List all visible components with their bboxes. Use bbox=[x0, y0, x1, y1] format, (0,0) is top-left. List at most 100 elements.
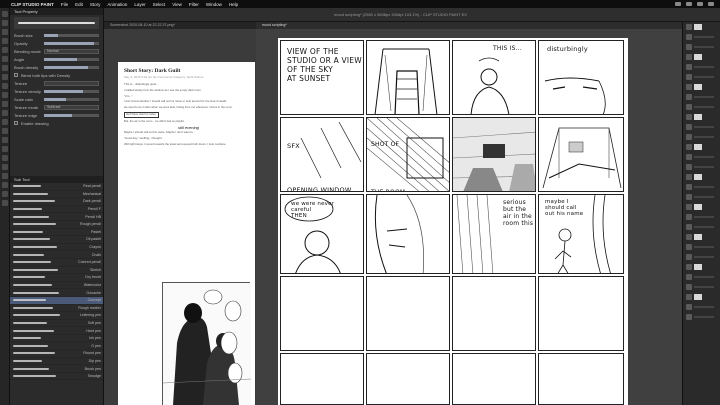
storyboard-panel-16[interactable] bbox=[538, 276, 624, 351]
subtool-item[interactable]: Colored pencil bbox=[10, 259, 103, 267]
subtool-item[interactable]: Dry brush bbox=[10, 274, 103, 282]
layer-row[interactable] bbox=[683, 232, 720, 242]
airbrush-tool-icon[interactable] bbox=[1, 101, 8, 107]
layer-row[interactable] bbox=[683, 72, 720, 82]
ruler-tool-icon[interactable] bbox=[1, 173, 8, 179]
enable-drawing-check[interactable]: Enable drawing bbox=[10, 119, 103, 127]
visibility-icon[interactable] bbox=[686, 254, 692, 260]
fill-tool-icon[interactable] bbox=[1, 137, 8, 143]
wifi-icon[interactable] bbox=[675, 2, 681, 6]
visibility-icon[interactable] bbox=[686, 44, 692, 50]
layer-row[interactable] bbox=[683, 22, 720, 32]
menu-help[interactable]: Help bbox=[229, 2, 238, 7]
layer-row[interactable] bbox=[683, 292, 720, 302]
storyboard-panel-10[interactable] bbox=[366, 194, 450, 274]
visibility-icon[interactable] bbox=[686, 34, 692, 40]
visibility-icon[interactable] bbox=[686, 144, 692, 150]
layer-row[interactable] bbox=[683, 192, 720, 202]
scale-ratio-row[interactable]: Scale ratio bbox=[10, 95, 103, 103]
layer-row[interactable] bbox=[683, 282, 720, 292]
blend-tool-icon[interactable] bbox=[1, 128, 8, 134]
opacity-slider[interactable] bbox=[44, 41, 99, 45]
layer-row[interactable] bbox=[683, 112, 720, 122]
brush-tool-icon[interactable] bbox=[1, 92, 8, 98]
storyboard-panel-2[interactable] bbox=[366, 40, 450, 115]
storyboard-panel-15[interactable] bbox=[452, 276, 536, 351]
search-icon[interactable] bbox=[697, 2, 703, 6]
menu-view[interactable]: View bbox=[172, 2, 182, 7]
battery-icon[interactable] bbox=[686, 2, 692, 6]
menu-edit[interactable]: Edit bbox=[75, 2, 83, 7]
correct-line-tool-icon[interactable] bbox=[1, 200, 8, 206]
blending-dropdown[interactable]: Normal bbox=[44, 48, 99, 54]
visibility-icon[interactable] bbox=[686, 24, 692, 30]
decoration-tool-icon[interactable] bbox=[1, 110, 8, 116]
texture-density-slider[interactable] bbox=[44, 89, 99, 93]
subtool-item[interactable]: Oil pastel bbox=[10, 236, 103, 244]
text-tool-icon[interactable] bbox=[1, 182, 8, 188]
layer-row[interactable] bbox=[683, 212, 720, 222]
subtool-item[interactable]: Crayon bbox=[10, 244, 103, 252]
texture-mode-dropdown[interactable]: Subtract bbox=[44, 104, 99, 110]
blend-tips-checkbox[interactable] bbox=[14, 73, 18, 77]
subtool-item[interactable]: Rough marker bbox=[10, 305, 103, 313]
layer-row[interactable] bbox=[683, 222, 720, 232]
subtool-item[interactable]: Round pen bbox=[10, 350, 103, 358]
brush-density-row[interactable]: Brush density bbox=[10, 63, 103, 71]
layer-row[interactable] bbox=[683, 162, 720, 172]
visibility-icon[interactable] bbox=[686, 314, 692, 320]
subtool-item[interactable]: Real pencil bbox=[10, 183, 103, 191]
layer-row[interactable] bbox=[683, 252, 720, 262]
subtool-item[interactable]: Sketch bbox=[10, 267, 103, 275]
visibility-icon[interactable] bbox=[686, 224, 692, 230]
subtool-item[interactable]: Dark pencil bbox=[10, 198, 103, 206]
visibility-icon[interactable] bbox=[686, 134, 692, 140]
auto-select-tool-icon[interactable] bbox=[1, 56, 8, 62]
subtool-item[interactable]: Chalk bbox=[10, 251, 103, 259]
storyboard-panel-4[interactable]: disturbingly bbox=[538, 40, 624, 115]
subtool-item[interactable]: Watercolor bbox=[10, 282, 103, 290]
visibility-icon[interactable] bbox=[686, 124, 692, 130]
subtool-item[interactable]: Rough pencil bbox=[10, 221, 103, 229]
scale-ratio-slider[interactable] bbox=[44, 97, 99, 101]
control-center-icon[interactable] bbox=[708, 2, 714, 6]
subtool-item[interactable]: Pencil F bbox=[10, 206, 103, 214]
storyboard-panel-9[interactable]: we were never careful THEN bbox=[280, 194, 364, 274]
move-layer-tool-icon[interactable] bbox=[1, 38, 8, 44]
angle-slider[interactable] bbox=[44, 57, 99, 61]
visibility-icon[interactable] bbox=[686, 154, 692, 160]
layer-row[interactable] bbox=[683, 182, 720, 192]
storyboard-panel-17[interactable] bbox=[280, 353, 364, 405]
visibility-icon[interactable] bbox=[686, 234, 692, 240]
brush-density-slider[interactable] bbox=[44, 65, 99, 69]
visibility-icon[interactable] bbox=[686, 194, 692, 200]
texture-mode-row[interactable]: Texture mode Subtract bbox=[10, 103, 103, 111]
layer-row[interactable] bbox=[683, 152, 720, 162]
subtool-item[interactable]: Mechanical bbox=[10, 191, 103, 199]
menu-filter[interactable]: Filter bbox=[189, 2, 199, 7]
storyboard-panel-3[interactable]: THIS IS... bbox=[452, 40, 536, 115]
visibility-icon[interactable] bbox=[686, 94, 692, 100]
subtool-item[interactable]: Gouache bbox=[10, 289, 103, 297]
eraser-tool-icon[interactable] bbox=[1, 119, 8, 125]
visibility-icon[interactable] bbox=[686, 244, 692, 250]
storyboard-panel-14[interactable] bbox=[366, 276, 450, 351]
operation-tool-icon[interactable] bbox=[1, 29, 8, 35]
visibility-icon[interactable] bbox=[686, 104, 692, 110]
pencil-tool-icon[interactable] bbox=[1, 83, 8, 89]
visibility-icon[interactable] bbox=[686, 294, 692, 300]
visibility-icon[interactable] bbox=[686, 164, 692, 170]
layer-row[interactable] bbox=[683, 172, 720, 182]
visibility-icon[interactable] bbox=[686, 74, 692, 80]
storyboard-panel-18[interactable] bbox=[366, 353, 450, 405]
visibility-icon[interactable] bbox=[686, 284, 692, 290]
angle-row[interactable]: Angle bbox=[10, 55, 103, 63]
visibility-icon[interactable] bbox=[686, 304, 692, 310]
subtool-item[interactable]: Concept bbox=[10, 296, 103, 305]
blending-row[interactable]: Blending mode Normal bbox=[10, 47, 103, 55]
layer-row[interactable] bbox=[683, 272, 720, 282]
move-tool-icon[interactable] bbox=[1, 20, 8, 26]
layer-row[interactable] bbox=[683, 52, 720, 62]
visibility-icon[interactable] bbox=[686, 184, 692, 190]
storyboard-panel-11[interactable]: serious but the air in the room this bbox=[452, 194, 536, 274]
